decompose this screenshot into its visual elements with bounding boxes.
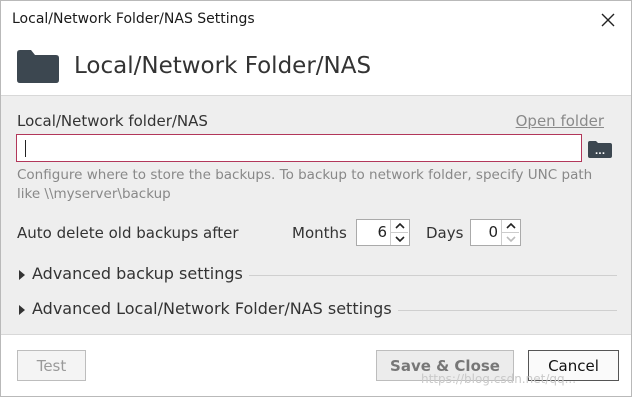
months-spinner-arrows [390,220,408,245]
months-label: Months [292,224,347,242]
window-title: Local/Network Folder/NAS Settings [12,11,255,27]
months-value[interactable]: 6 [357,220,390,245]
advanced-backup-settings-label: Advanced backup settings [32,264,249,283]
chevron-down-icon [505,236,516,242]
advanced-nas-settings-toggle[interactable]: Advanced Local/Network Folder/NAS settin… [17,299,617,321]
auto-delete-label: Auto delete old backups after [17,224,239,242]
chevron-up-icon [505,223,516,229]
text-caret [25,140,26,157]
folder-help-text: Configure where to store the backups. To… [17,167,593,202]
folder-path-input[interactable] [16,134,582,162]
months-decrement-button[interactable] [391,232,408,245]
title-bar: Local/Network Folder/NAS Settings [1,1,631,39]
days-value[interactable]: 0 [471,220,501,245]
nas-settings-dialog: Local/Network Folder/NAS Settings Local/… [0,0,632,397]
folder-path-label: Local/Network folder/NAS [17,112,208,130]
days-decrement-button[interactable] [502,232,519,245]
folder-icon [17,50,59,83]
months-spinner[interactable]: 6 [356,219,410,246]
cancel-button[interactable]: Cancel [528,350,619,381]
chevron-up-icon [394,223,405,229]
months-increment-button[interactable] [391,220,408,232]
browse-folder-button[interactable]: ... [588,140,612,158]
advanced-nas-settings-label: Advanced Local/Network Folder/NAS settin… [32,299,398,318]
dialog-footer: Test Save & Close Cancel [1,334,631,396]
days-increment-button[interactable] [502,220,519,232]
save-close-button[interactable]: Save & Close [376,350,514,381]
close-icon [601,13,615,27]
days-spinner[interactable]: 0 [470,219,521,246]
chevron-down-icon [394,236,405,242]
settings-panel: Local/Network folder/NAS Open folder ...… [1,95,631,334]
test-button[interactable]: Test [17,350,86,381]
expand-triangle-icon [19,270,25,280]
browse-button-dots: ... [595,147,605,157]
advanced-backup-settings-toggle[interactable]: Advanced backup settings [17,264,617,286]
page-title: Local/Network Folder/NAS [74,53,372,79]
dialog-header: Local/Network Folder/NAS [1,39,631,95]
expand-triangle-icon [19,305,25,315]
open-folder-link[interactable]: Open folder [516,112,604,130]
close-button[interactable] [595,7,621,33]
days-label: Days [426,224,464,242]
days-spinner-arrows [501,220,519,245]
